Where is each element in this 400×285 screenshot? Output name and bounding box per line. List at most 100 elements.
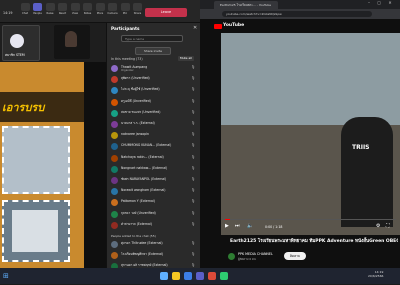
participant-row[interactable]: คำสามารถ (External) 🎙 xyxy=(111,221,199,232)
participant-name: Nongnart nakkaw... (External) xyxy=(121,165,168,170)
participant-row[interactable]: สุพิตรา (Unverified) 🎙 xyxy=(111,75,199,86)
participant-row[interactable]: สมชาย ชนะพร (Unverified) 🎙 xyxy=(111,109,199,120)
tab-youtube[interactable]: Earth2125 โรงเรียนพระ... - YouTube xyxy=(214,1,278,9)
chat-section[interactable]: People added to the chat (55) xyxy=(111,234,156,238)
share-invite-button[interactable]: Share invite xyxy=(135,47,171,55)
avatar xyxy=(111,241,118,248)
participants-panel: Participants ✕ Type a name Share invite … xyxy=(106,23,201,282)
mic-muted-icon: 🎙 xyxy=(191,132,196,137)
participant-row[interactable]: Norawit wonghom (External) 🎙 xyxy=(111,187,199,198)
mic-muted-icon: 🎙 xyxy=(191,241,196,245)
youtube-logo-icon[interactable] xyxy=(214,24,222,29)
react-icon xyxy=(58,3,67,11)
avatar xyxy=(111,154,118,162)
video-player[interactable]: TRIIS ▶ ⏭ 🔈 0:00 / 1:18 ⚙ ⛶ xyxy=(221,33,400,235)
participant-row[interactable]: ไม่ระบุ ชื่อผู้ใช้ (Unverified) 🎙 xyxy=(111,86,199,97)
participant-row[interactable]: natnaree jansopin 🎙 xyxy=(111,131,199,142)
avatar xyxy=(111,210,118,218)
participant-row[interactable]: ครูเอมีลี่ (Unverified) 🎙 xyxy=(111,98,199,109)
participant-name: กุลรดา วงษ์ (Unverified) xyxy=(121,210,156,215)
taskbar-app-icon[interactable] xyxy=(172,272,180,280)
slide-photo-machine xyxy=(2,200,70,262)
mic-muted-icon: 🎙 xyxy=(191,65,196,69)
shared-slide: เอารบรบ xyxy=(0,62,84,268)
people-icon xyxy=(33,3,42,11)
toolbar-share[interactable]: Share xyxy=(131,3,145,16)
participant-name: natnaree jansopin xyxy=(121,132,149,137)
participant-name: สุพิตรา (Unverified) xyxy=(121,76,150,81)
subscribe-button[interactable]: ติดตาม xyxy=(284,252,306,260)
raise-icon xyxy=(45,3,55,11)
machine-image xyxy=(12,210,58,252)
avatar xyxy=(111,132,118,140)
mic-muted-icon: 🎙 xyxy=(191,165,196,170)
progress-bar[interactable] xyxy=(225,219,396,220)
in-meeting-section[interactable]: In this meeting (73) xyxy=(111,57,143,61)
share-icon xyxy=(133,3,142,11)
participant-row[interactable]: โรงเรียนพิชญศึกษา (External) 🎙 xyxy=(111,251,199,262)
participant-row[interactable]: Thawit Aumpang Organizer 🎙 xyxy=(111,64,199,75)
taskbar-clock[interactable]: 14:19 20/6/2566 xyxy=(368,270,383,278)
time-display: 0:00 / 1:18 xyxy=(265,225,283,229)
youtube-logo-text[interactable]: YouTube xyxy=(223,23,244,28)
avatar xyxy=(111,177,118,184)
taskbar-app-icon[interactable] xyxy=(220,272,228,280)
taskbar-app-icon[interactable] xyxy=(184,272,192,280)
participant-row[interactable]: Nongnart nakkaw... (External) 🎙 xyxy=(111,165,199,176)
mic-muted-icon: 🎙 xyxy=(191,143,196,148)
taskbar-app-icon[interactable] xyxy=(208,272,216,280)
youtube-header: YouTube xyxy=(200,19,400,33)
participant-name: Pattamon Y (External) xyxy=(121,199,155,204)
windows-start-icon[interactable]: ⊞ xyxy=(3,272,9,280)
slide-title: เอารบรบ xyxy=(2,101,45,114)
avatar xyxy=(111,121,118,128)
participant-row[interactable]: Pattamon Y (External) 🎙 xyxy=(111,198,199,209)
participant-row[interactable]: ชัยพร NARAYANPOL (External) 🎙 xyxy=(111,176,199,187)
leave-button[interactable]: Leave xyxy=(145,8,187,17)
mic-muted-icon: 🎙 xyxy=(191,177,196,181)
participant-name: สมชาย ชนะพร (Unverified) xyxy=(121,109,161,114)
fullscreen-icon[interactable]: ⛶ xyxy=(386,223,390,229)
taskbar-app-icon[interactable] xyxy=(160,272,168,280)
play-icon[interactable]: ▶ xyxy=(225,223,229,229)
mic-muted-icon: 🎙 xyxy=(191,87,196,92)
taskbar-app-icon[interactable] xyxy=(196,272,204,280)
avatar xyxy=(111,98,118,106)
avatar xyxy=(111,143,118,151)
close-icon[interactable]: ✕ xyxy=(193,25,197,31)
avatar xyxy=(111,252,118,260)
participant-name: ไม่ระบุ ชื่อผู้ใช้ (Unverified) xyxy=(121,87,160,92)
address-bar: youtube.com/watch?v=Zo0aNQsSpw xyxy=(200,9,400,19)
jacket-brand: TRIIS xyxy=(352,144,370,151)
progress-fill xyxy=(225,219,231,220)
mute-all-button[interactable]: Mute all xyxy=(178,56,194,61)
toolbar-label: Notes xyxy=(83,12,92,15)
participant-name: นายบาส ร.ร. (External) xyxy=(121,121,155,125)
participant-video-tile[interactable] xyxy=(54,25,90,59)
participant-row[interactable]: CHUMMONG KUNAN... (External) 🎙 xyxy=(111,142,199,153)
participant-row[interactable]: Natchaya rakin... (External) 🎙 xyxy=(111,154,199,165)
participant-name: Natchaya rakin... (External) xyxy=(121,154,164,159)
toolbar-label: Mic xyxy=(122,12,128,15)
participant-row[interactable]: นายบาส ร.ร. (External) 🎙 xyxy=(111,120,199,131)
participant-row[interactable]: ศุภรดา Thitrudee (External) 🎙 xyxy=(111,240,199,251)
toolbar-label: Share xyxy=(133,12,142,15)
window-controls[interactable]: – ▢ ✕ xyxy=(368,0,395,5)
settings-icon[interactable]: ⚙ xyxy=(376,223,380,229)
view-icon xyxy=(70,3,80,11)
volume-icon[interactable]: 🔈 xyxy=(247,223,253,229)
avatar xyxy=(111,221,118,229)
channel-name[interactable]: PPK MEDIA CHANNEL xyxy=(238,252,273,256)
mic-muted-icon: 🎙 xyxy=(191,76,196,81)
slide-photo-bottles xyxy=(2,126,70,194)
participant-tile[interactable]: สมาชิก STEM xyxy=(2,25,40,61)
channel-avatar[interactable] xyxy=(228,253,235,260)
participant-row[interactable]: กุลรดา วงษ์ (Unverified) 🎙 xyxy=(111,210,199,221)
avatar xyxy=(10,34,24,48)
next-icon[interactable]: ⏭ xyxy=(235,223,240,229)
avatar xyxy=(111,165,118,173)
participant-name: คำสามารถ (External) xyxy=(121,221,152,226)
participant-search-input[interactable]: Type a name xyxy=(121,35,183,42)
url-input[interactable]: youtube.com/watch?v=Zo0aNQsSpw xyxy=(222,11,372,17)
participant-name: Norawit wonghom (External) xyxy=(121,188,166,193)
